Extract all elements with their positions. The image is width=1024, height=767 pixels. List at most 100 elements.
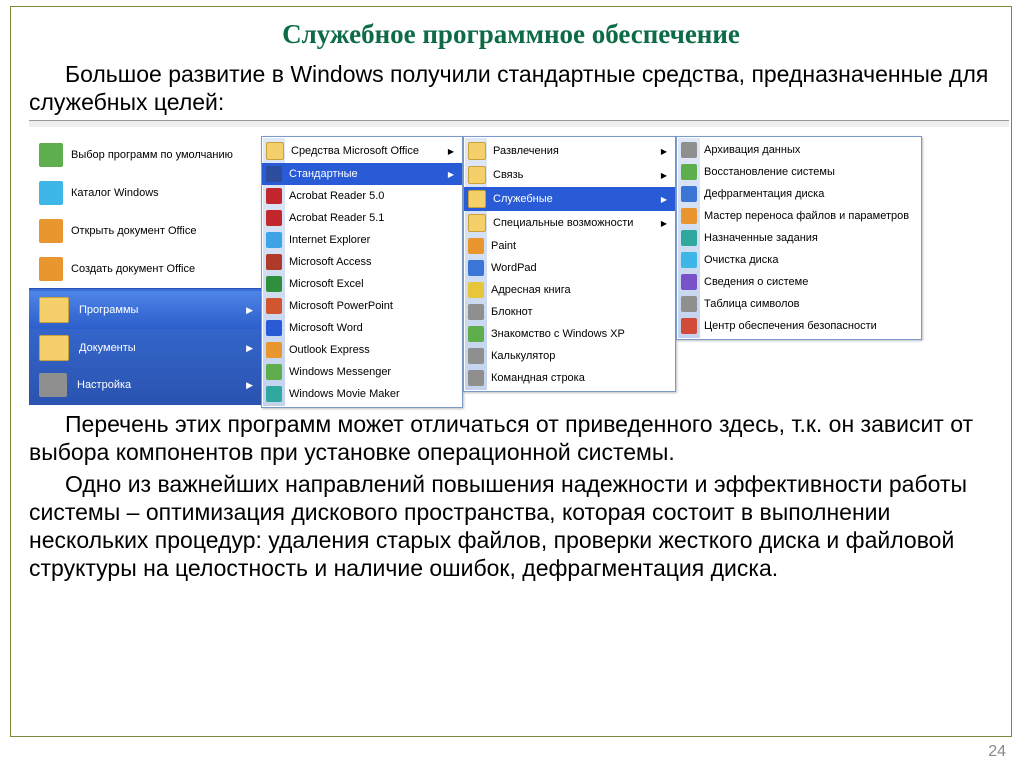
menu-item[interactable]: Acrobat Reader 5.0 (262, 185, 462, 207)
start-item[interactable]: Выбор программ по умолчанию (29, 136, 261, 174)
program-icon (266, 254, 282, 270)
menu-item[interactable]: Outlook Express (262, 339, 462, 361)
menu-item[interactable]: Командная строка (464, 367, 675, 389)
defaults-icon (39, 143, 63, 167)
program-icon (468, 190, 486, 208)
program-icon (468, 238, 484, 254)
menu-item[interactable]: Windows Messenger (262, 361, 462, 383)
program-icon (468, 304, 484, 320)
menu-item[interactable]: Дефрагментация диска (677, 183, 921, 205)
menu-item-label: Командная строка (491, 372, 585, 384)
menu-item[interactable]: Восстановление системы (677, 161, 921, 183)
menu-item-label: Центр обеспечения безопасности (704, 320, 877, 332)
menu-item[interactable]: Очистка диска (677, 249, 921, 271)
program-icon (468, 348, 484, 364)
stripe-label: Программы (79, 304, 138, 316)
menu-item[interactable]: Назначенные задания (677, 227, 921, 249)
menu-item-label: Стандартные (289, 168, 358, 180)
ruler-decor (29, 120, 1009, 135)
catalog-icon (39, 181, 63, 205)
menu-item-label: Адресная книга (491, 284, 571, 296)
program-icon (266, 276, 282, 292)
chevron-right-icon: ▶ (246, 343, 253, 354)
menu-item[interactable]: Microsoft PowerPoint (262, 295, 462, 317)
menu-item[interactable]: Блокнот (464, 301, 675, 323)
menu-item-label: Восстановление системы (704, 166, 835, 178)
program-icon (681, 142, 697, 158)
start-settings[interactable]: Настройка ▶ (29, 367, 261, 403)
settings-icon (39, 373, 67, 397)
menu-item[interactable]: Acrobat Reader 5.1 (262, 207, 462, 229)
start-menu-screenshot: Выбор программ по умолчанию Каталог Wind… (29, 120, 1009, 408)
menu-item[interactable]: Развлечения▶ (464, 139, 675, 163)
program-icon (681, 252, 697, 268)
program-icon (681, 296, 697, 312)
program-icon (681, 208, 697, 224)
menu-item-label: Назначенные задания (704, 232, 818, 244)
start-left-panel: Выбор программ по умолчанию Каталог Wind… (29, 136, 261, 405)
menu-item[interactable]: Калькулятор (464, 345, 675, 367)
menu-item-label: Служебные (493, 193, 553, 205)
menu-item[interactable]: Архивация данных (677, 139, 921, 161)
menu-item[interactable]: Internet Explorer (262, 229, 462, 251)
program-icon (266, 210, 282, 226)
menu-item[interactable]: Средства Microsoft Office▶ (262, 139, 462, 163)
standard-submenu: Развлечения▶Связь▶Служебные▶Специальные … (463, 136, 676, 392)
documents-icon (39, 335, 69, 361)
menu-item[interactable]: Связь▶ (464, 163, 675, 187)
menu-item-label: Internet Explorer (289, 234, 370, 246)
start-item-label: Открыть документ Office (71, 225, 197, 237)
menu-item[interactable]: Microsoft Access (262, 251, 462, 273)
menu-item[interactable]: Центр обеспечения безопасности (677, 315, 921, 337)
menu-item[interactable]: Специальные возможности▶ (464, 211, 675, 235)
menu-item[interactable]: Windows Movie Maker (262, 383, 462, 405)
start-item[interactable]: Создать документ Office (29, 250, 261, 288)
start-item[interactable]: Каталог Windows (29, 174, 261, 212)
program-icon (468, 326, 484, 342)
programs-submenu: Средства Microsoft Office▶ Стандартные ▶ Ac… (261, 136, 463, 408)
program-icon (266, 232, 282, 248)
program-icon (266, 386, 282, 402)
page-title: Служебное программное обеспечение (11, 19, 1011, 50)
program-icon (266, 188, 282, 204)
body-text: Перечень этих программ может отличаться … (11, 410, 1011, 582)
menu-item[interactable]: Microsoft Word (262, 317, 462, 339)
menu-item[interactable]: Стандартные ▶ (262, 163, 462, 185)
program-icon (681, 230, 697, 246)
menu-item[interactable]: Таблица символов (677, 293, 921, 315)
menu-item[interactable]: Paint (464, 235, 675, 257)
menu-item-label: Архивация данных (704, 144, 800, 156)
program-icon (266, 320, 282, 336)
para-2: Перечень этих программ может отличаться … (29, 410, 995, 466)
stripe-label: Документы (79, 342, 136, 354)
start-item-label: Выбор программ по умолчанию (71, 149, 233, 161)
chevron-right-icon: ▶ (448, 170, 454, 179)
stripe-label: Настройка (77, 379, 131, 391)
menu-item-label: Сведения о системе (704, 276, 808, 288)
para-1: Большое развитие в Windows получили стан… (29, 60, 995, 116)
menu-item-label: Acrobat Reader 5.1 (289, 212, 384, 224)
intro-paragraph: Большое развитие в Windows получили стан… (11, 60, 1011, 116)
start-item[interactable]: Открыть документ Office (29, 212, 261, 250)
menu-item[interactable]: Служебные▶ (464, 187, 675, 211)
menu-item-label: Paint (491, 240, 516, 252)
program-icon (681, 164, 697, 180)
menu-item[interactable]: Адресная книга (464, 279, 675, 301)
program-icon (266, 142, 284, 160)
start-documents[interactable]: Документы ▶ (29, 329, 261, 367)
menu-item[interactable]: Microsoft Excel (262, 273, 462, 295)
program-icon (681, 186, 697, 202)
menu-item-label: Microsoft Excel (289, 278, 364, 290)
menu-item[interactable]: Сведения о системе (677, 271, 921, 293)
menu-item-label: Специальные возможности (493, 217, 633, 229)
program-icon (468, 166, 486, 184)
menu-item[interactable]: WordPad (464, 257, 675, 279)
program-icon (266, 364, 282, 380)
menu-item[interactable]: Знакомство с Windows XP (464, 323, 675, 345)
chevron-right-icon: ▶ (661, 171, 667, 180)
new-office-icon (39, 257, 63, 281)
chevron-right-icon: ▶ (661, 147, 667, 156)
start-programs[interactable]: Программы ▶ (29, 291, 261, 329)
program-icon (468, 214, 486, 232)
menu-item[interactable]: Мастер переноса файлов и параметров (677, 205, 921, 227)
